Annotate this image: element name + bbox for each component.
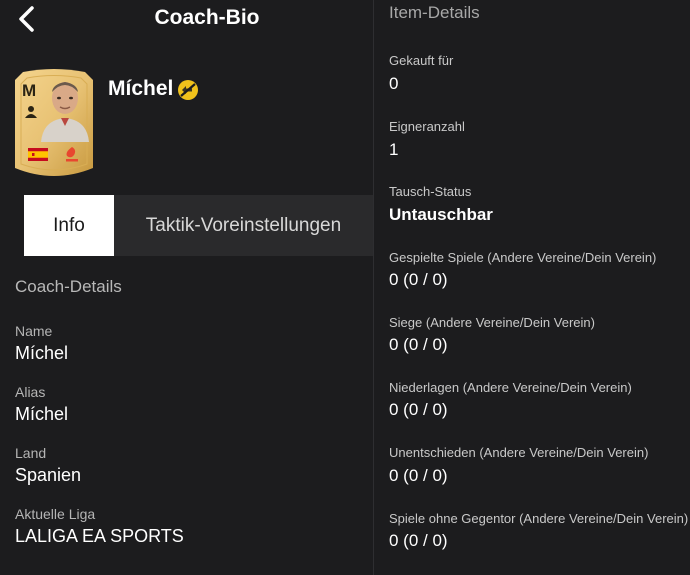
- bought-for-label: Gekauft für: [389, 53, 454, 68]
- wins-value: 0 (0 / 0): [389, 335, 448, 354]
- coach-name: Míchel: [108, 77, 174, 100]
- owner-count-value: 1: [389, 140, 399, 159]
- country-label: Land: [15, 445, 47, 461]
- card-rating-letter: M: [22, 81, 37, 100]
- games-played-label: Gespielte Spiele (Andere Vereine/Dein Ve…: [389, 250, 657, 265]
- tab-bar: Info Taktik-Voreinstellungen: [24, 195, 373, 256]
- coach-portrait-icon: [41, 82, 89, 142]
- draws-label: Unentschieden (Andere Vereine/Dein Verei…: [389, 445, 649, 460]
- page-title: Coach-Bio: [154, 6, 260, 29]
- item-details-heading: Item-Details: [389, 3, 480, 22]
- untradeable-icon: [178, 80, 198, 100]
- games-played-value: 0 (0 / 0): [389, 270, 448, 289]
- league-value: LALIGA EA SPORTS: [15, 526, 184, 546]
- trade-status-label: Tausch-Status: [389, 184, 472, 199]
- tab-tactic-presets[interactable]: Taktik-Voreinstellungen: [114, 195, 373, 256]
- coach-details-heading: Coach-Details: [15, 277, 122, 296]
- owner-count-label: Eigneranzahl: [389, 119, 465, 134]
- bought-for-value: 0: [389, 74, 399, 93]
- spain-flag-icon: [28, 148, 48, 161]
- wins-label: Siege (Andere Vereine/Dein Verein): [389, 315, 595, 330]
- alias-value: Míchel: [15, 404, 69, 424]
- tab-info[interactable]: Info: [24, 195, 114, 256]
- name-value: Míchel: [15, 343, 69, 363]
- clean-sheets-value: 0 (0 / 0): [389, 531, 448, 550]
- laliga-icon: [66, 147, 78, 162]
- clean-sheets-label: Spiele ohne Gegentor (Andere Vereine/Dei…: [389, 511, 689, 526]
- losses-value: 0 (0 / 0): [389, 400, 448, 419]
- losses-label: Niederlagen (Andere Vereine/Dein Verein): [389, 380, 632, 395]
- trade-status-value: Untauschbar: [389, 205, 493, 224]
- coach-card[interactable]: M: [13, 68, 95, 180]
- club-icon: [25, 106, 37, 118]
- draws-value: 0 (0 / 0): [389, 466, 448, 485]
- country-value: Spanien: [15, 465, 82, 485]
- league-label: Aktuelle Liga: [15, 506, 96, 522]
- name-label: Name: [15, 323, 53, 339]
- alias-label: Alias: [15, 384, 46, 400]
